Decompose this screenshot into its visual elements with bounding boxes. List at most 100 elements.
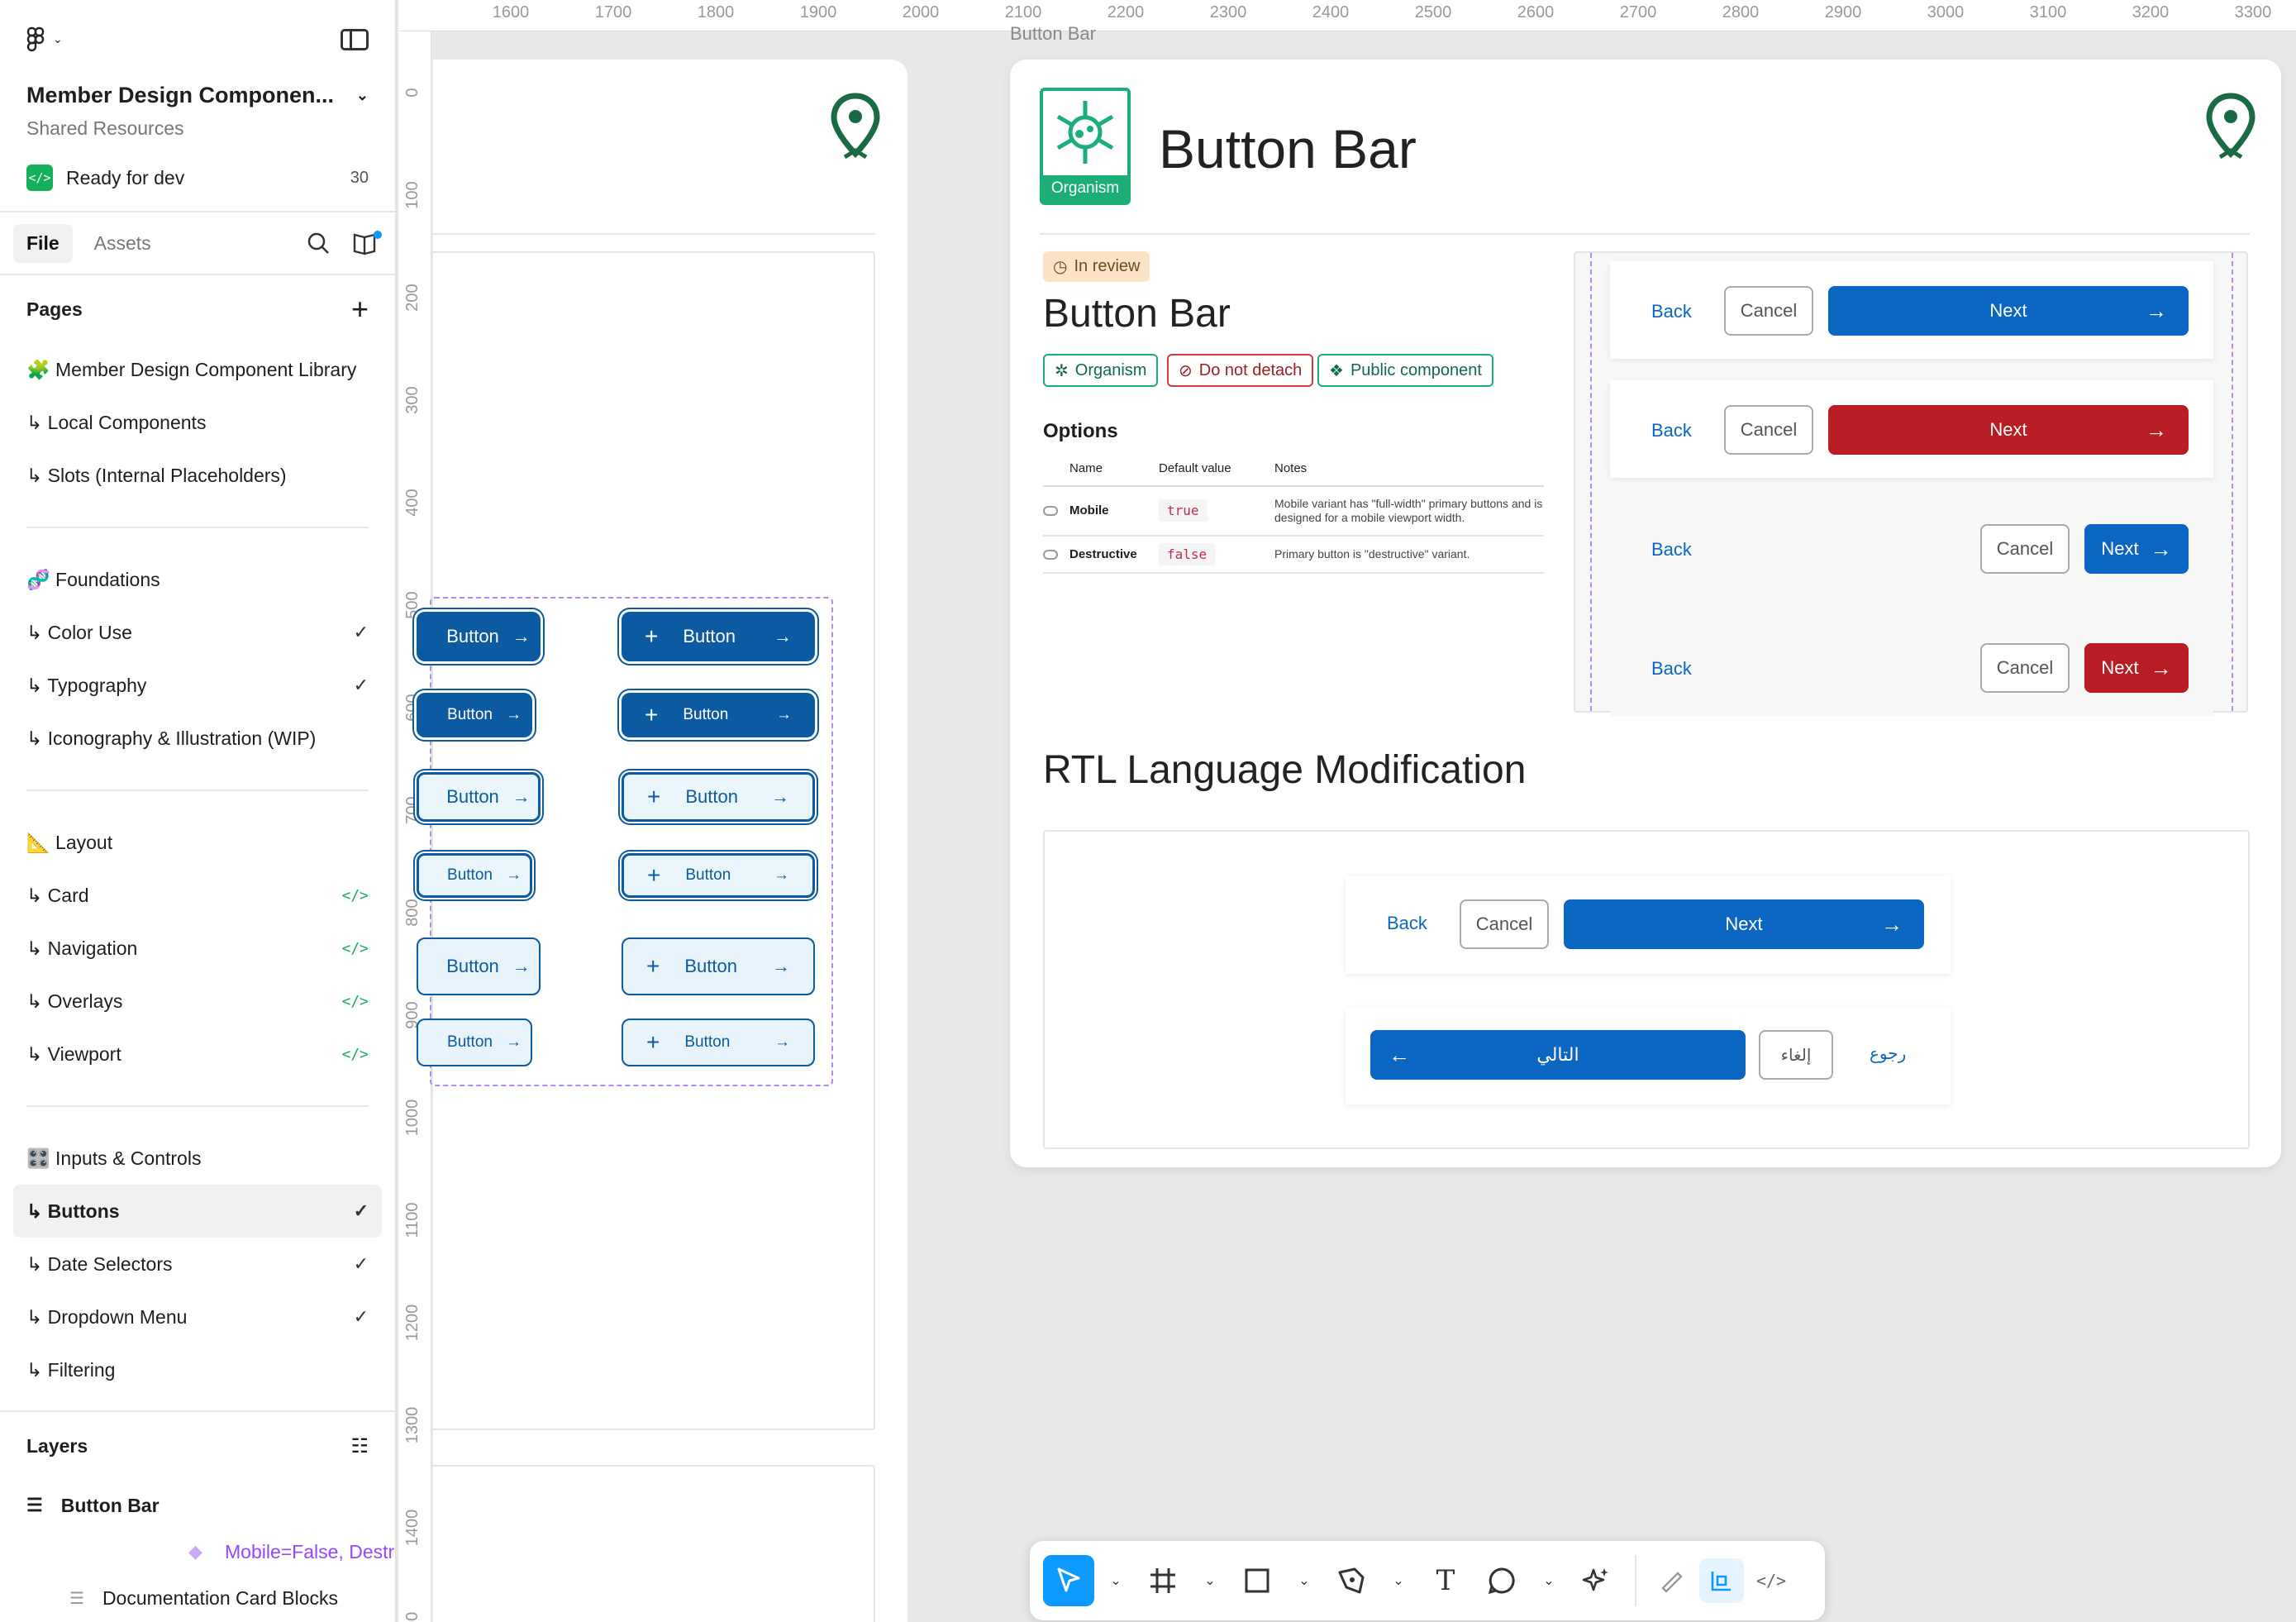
page-item[interactable]: ↳ Navigation </> [0,922,395,975]
arrow-right-icon: → [2150,655,2172,680]
next-button[interactable]: Next → [1564,899,1924,949]
page-item[interactable]: ↳ Color Use ✓ [0,606,395,659]
collapse-layers-icon[interactable]: ☷ [350,1434,369,1458]
button-variant[interactable]: Button → [417,1019,532,1066]
next-button[interactable]: Next → [1828,405,2189,455]
layer-button-bar[interactable]: ☰ Button Bar [0,1480,395,1531]
library-icon[interactable] [352,231,382,255]
button-bar-example[interactable]: Back Cancel Next → [1610,380,2213,478]
page-item[interactable]: ↳ Typography ✓ [0,659,395,712]
arrow-right-icon: → [512,956,531,976]
dev-status-row[interactable]: </> Ready for dev 30 [0,145,395,211]
button-variant[interactable]: Button → [417,693,532,737]
design-mode[interactable] [1699,1558,1744,1603]
page-item[interactable]: ↳ Date Selectors ✓ [0,1238,395,1290]
rtl-back-button[interactable]: رجوع [1870,1043,1906,1063]
code-icon: </> [341,1045,369,1063]
buttons-frame[interactable]: Button → + Button → Button → + Button → Button → + Bu… [417,60,907,1622]
page-item[interactable]: ↳ Buttons ✓ [13,1185,382,1238]
dev-status-label: Ready for dev [66,166,185,188]
button-variant[interactable]: + Button → [622,693,815,737]
page-item[interactable]: ↳ Local Components [0,396,395,449]
button-bar-example[interactable]: Back Cancel Next → [1610,618,2213,716]
button-variant[interactable]: Button → [417,772,541,822]
back-button[interactable]: Back [1651,658,1692,680]
button-bar-example[interactable]: Back Cancel Next → [1610,499,2213,597]
page-item[interactable]: ↳ Filtering [0,1343,395,1396]
cancel-button[interactable]: Cancel [1980,643,2070,693]
draw-mode[interactable] [1650,1558,1694,1603]
button-variant[interactable]: + Button → [622,612,815,661]
cancel-button[interactable]: Cancel [1724,405,1813,455]
next-button[interactable]: Next → [1828,286,2189,336]
chevron-down-icon[interactable]: ⌄ [1099,1572,1132,1589]
add-page-icon[interactable]: + [351,292,369,327]
organism-icon [1056,101,1114,164]
dev-mode[interactable]: </> [1749,1558,1793,1603]
tab-assets[interactable]: Assets [81,224,164,263]
page-item[interactable]: ↳ Slots (Internal Placeholders) [0,449,395,502]
page-item[interactable]: 📐 Layout [0,816,395,869]
rtl-next-button[interactable]: ← التالي [1370,1030,1746,1080]
button-variant[interactable]: + Button → [622,772,815,822]
cancel-button[interactable]: Cancel [1980,524,2070,574]
button-variants-set[interactable] [430,597,833,1086]
ltr-button-bar[interactable]: Back Cancel Next → [1346,876,1951,974]
page-item[interactable]: ↳ Dropdown Menu ✓ [0,1290,395,1343]
plus-icon: + [645,702,659,728]
layer-documentation-card-blocks[interactable]: ☰ Documentation Card Blocks [0,1572,395,1622]
chevron-down-icon[interactable]: ⌄ [1382,1572,1415,1589]
back-button[interactable]: Back [1651,420,1692,441]
option-name-cell: Destructive [1043,535,1159,574]
back-button[interactable]: Back [1651,539,1692,561]
pen-tool[interactable] [1326,1555,1377,1606]
next-button[interactable]: Next → [2084,643,2189,693]
doc-title: Button Bar [1159,118,1417,179]
back-button[interactable]: Back [1651,301,1692,322]
page-item[interactable]: ↳ Viewport </> [0,1028,395,1081]
page-item[interactable]: ↳ Iconography & Illustration (WIP) [0,712,395,765]
button-variant[interactable]: Button → [417,937,541,995]
text-tool[interactable]: T [1420,1555,1471,1606]
tab-file[interactable]: File [13,223,73,263]
file-title-row[interactable]: Member Design Componen... ⌄ [0,79,395,112]
layer-variant[interactable]: Mobile=False, Destr [0,1531,395,1572]
button-variant[interactable]: + Button → [622,853,815,898]
chevron-down-icon[interactable]: ⌄ [1532,1572,1565,1589]
button-variant[interactable]: + Button → [622,1019,815,1066]
shape-tool[interactable] [1231,1555,1283,1606]
rtl-cancel-button[interactable]: إلغاء [1759,1030,1833,1080]
dev-status-count: 30 [350,168,369,187]
arrow-right-icon: → [512,786,531,807]
page-item[interactable]: 🧩 Member Design Component Library [0,343,395,396]
page-item[interactable]: ↳ Card </> [0,869,395,922]
back-button[interactable]: Back [1387,913,1427,934]
page-item[interactable]: 🎛️ Inputs & Controls [0,1132,395,1185]
button-variant[interactable]: + Button → [622,937,815,995]
move-tool[interactable] [1043,1555,1094,1606]
main-menu-button[interactable]: ⌄ [26,26,63,53]
cancel-button[interactable]: Cancel [1460,899,1549,949]
chevron-down-icon[interactable]: ⌄ [1288,1572,1321,1589]
plus-icon: + [647,862,661,888]
comment-tool[interactable] [1476,1555,1527,1606]
page-item[interactable]: 🧬 Foundations [0,553,395,606]
frame-tool[interactable] [1137,1555,1188,1606]
ai-tool[interactable] [1570,1555,1622,1606]
sidebar-toggle-icon[interactable] [341,28,369,50]
button-bar-example[interactable]: Back Cancel Next → [1610,261,2213,359]
cancel-button[interactable]: Cancel [1724,286,1813,336]
page-item[interactable]: ↳ Overlays </> [0,975,395,1028]
next-button[interactable]: Next → [2084,524,2189,574]
button-bar-doc-frame[interactable]: Organism Button Bar ◷ In review Button B… [1010,60,2281,1167]
search-icon[interactable] [306,231,331,255]
rtl-button-bar[interactable]: ← التالي إلغاء رجوع [1346,1007,1951,1104]
chevron-down-icon[interactable]: ⌄ [1193,1572,1227,1589]
frame-layout-icon: ☰ [26,1495,43,1515]
button-label: Button [446,786,499,807]
button-variant[interactable]: Button → [417,853,532,898]
clock-icon: ◷ [1053,258,1068,276]
frame-label[interactable]: Button Bar [1010,23,1096,45]
button-variant[interactable]: Button → [417,612,541,661]
file-subtitle[interactable]: Shared Resources [0,112,395,145]
